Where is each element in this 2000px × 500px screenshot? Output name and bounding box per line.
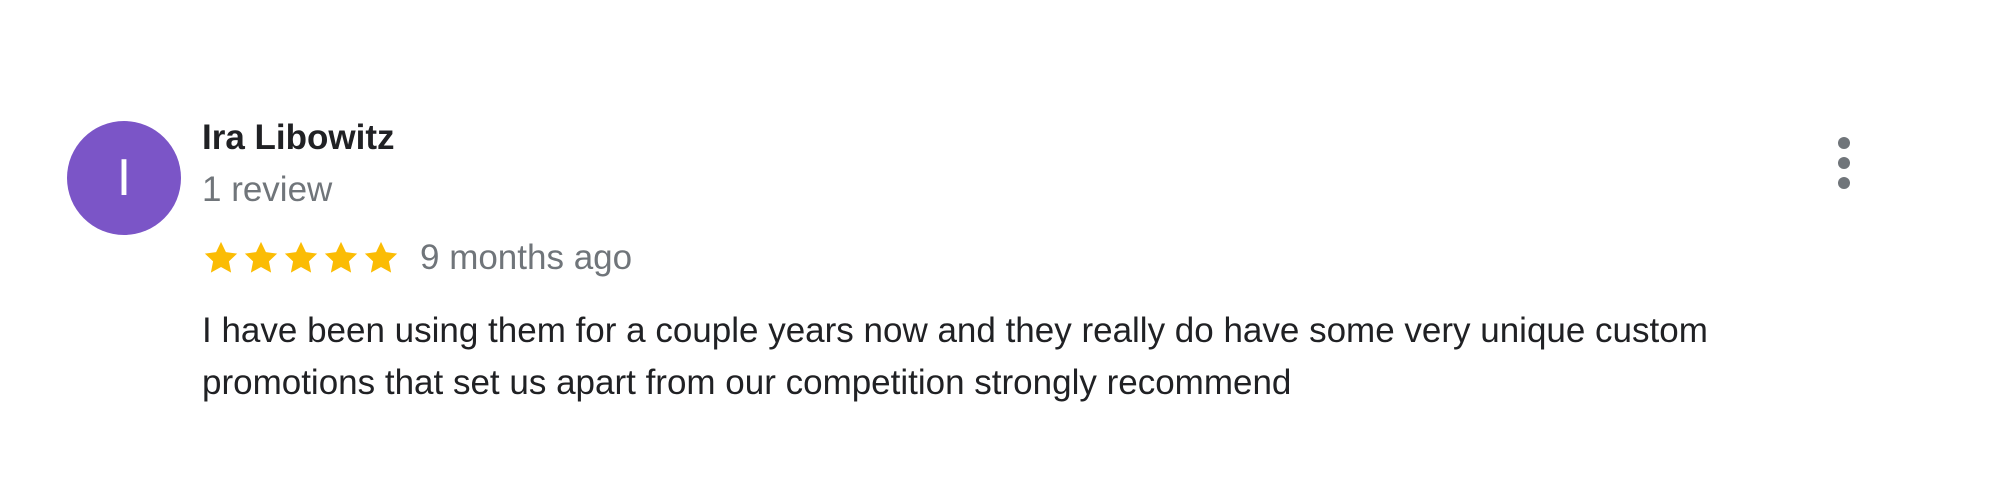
star-icon	[244, 241, 278, 273]
review-date: 9 months ago	[420, 238, 633, 277]
star-icon	[204, 241, 238, 273]
more-vert-icon	[1838, 137, 1850, 189]
rating-row: 9 months ago	[202, 233, 632, 283]
avatar[interactable]: I	[67, 121, 181, 235]
star-icon	[284, 241, 318, 273]
avatar-initial: I	[116, 149, 132, 207]
review-count[interactable]: 1 review	[202, 170, 332, 210]
more-options-button[interactable]	[1826, 136, 1862, 192]
star-icon	[324, 241, 358, 273]
review-text: I have been using them for a couple year…	[202, 311, 1708, 402]
star-rating	[202, 239, 400, 277]
review-card: I Ira Libowitz 1 review 9 months ago I h…	[0, 0, 2000, 500]
star-icon	[364, 241, 398, 273]
reviewer-name[interactable]: Ira Libowitz	[202, 118, 395, 158]
